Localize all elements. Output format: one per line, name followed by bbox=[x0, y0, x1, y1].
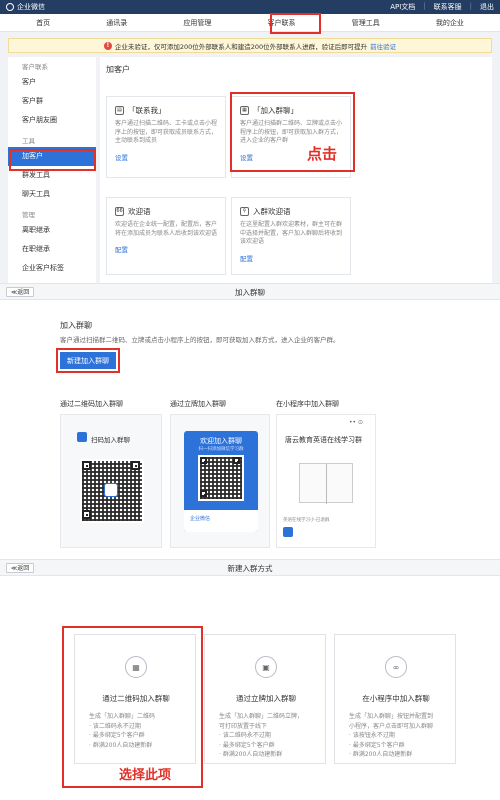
warning-icon: ! bbox=[103, 41, 112, 50]
notice-text: 企业未验证，仅可添加200位外部联系人和建造200位外部联系人进群，验证后即可提… bbox=[114, 42, 368, 51]
support-link[interactable]: 联系客服 bbox=[434, 2, 462, 12]
nav-tools[interactable]: 管理工具 bbox=[346, 16, 386, 30]
separator: | bbox=[469, 2, 472, 10]
join-group-title: 加入群聊 bbox=[60, 321, 92, 330]
nav-apps[interactable]: 应用管理 bbox=[177, 16, 217, 30]
sidebar-group-manage: 管理 bbox=[22, 211, 35, 219]
card-title: 欢迎语 bbox=[128, 207, 151, 216]
standee-title: 欢迎加入群聊 bbox=[200, 437, 242, 445]
option-desc: 生成「加入群聊」二维码立牌， 可打印放置于线下 · 该二维码永不过期 · 最多绑… bbox=[219, 713, 304, 758]
search-person-icon: ⚲ bbox=[240, 207, 249, 216]
card-title: 入群欢迎语 bbox=[253, 207, 291, 216]
card-desc: 欢迎语在企业统一配置，配置后，客户将在添加成员为联系人后收到该欢迎语 bbox=[115, 221, 218, 237]
page-title: 加客户 bbox=[106, 65, 130, 74]
qr-preview-card: 扫码加入群聊 bbox=[60, 414, 162, 548]
standee-subtitle: 扫一扫添加微信学习群 bbox=[198, 447, 244, 452]
annotation-select: 选择此项 bbox=[119, 768, 172, 783]
qr-card-title: 扫码加入群聊 bbox=[91, 436, 130, 444]
logout-link[interactable]: 退出 bbox=[480, 2, 494, 12]
sidebar-group-customer: 客户联系 bbox=[22, 63, 48, 71]
option-miniprogram-join[interactable]: ∞ 在小程序中加入群聊 生成「加入群聊」按钮并配置到 小程序，客户点击即可加入群… bbox=[334, 634, 456, 764]
card-title: 「联系我」 bbox=[128, 106, 166, 115]
option-desc: 生成「加入群聊」按钮并配置到 小程序，客户点击即可加入群聊 · 该按钮永不过期 … bbox=[349, 713, 434, 758]
wecom-logo-icon bbox=[6, 3, 14, 11]
verify-link[interactable]: 前往验证 bbox=[370, 41, 396, 51]
highlight-new-button bbox=[56, 348, 120, 373]
sidebar-item-tags[interactable]: 企业客户标签 bbox=[8, 259, 96, 278]
join-group-desc: 客户通过扫描群二维码、立牌或点击小程序上的按钮，即可获取加入群方式，进入企业的客… bbox=[60, 336, 340, 344]
sidebar-group-tools: 工具 bbox=[22, 137, 35, 145]
miniprogram-menu-icon[interactable]: •• ⊙ bbox=[349, 419, 363, 426]
add-customer-screen: 企业微信 API文档 | 联系客服 | 退出 首页 通讯录 应用管理 客户联系 … bbox=[0, 0, 500, 284]
method-label-miniprogram: 在小程序中加入群聊 bbox=[276, 400, 339, 408]
standee-footer: 企业微信 bbox=[190, 516, 211, 522]
option-title: 在小程序中加入群聊 bbox=[362, 694, 430, 703]
sidebar-item-resigned[interactable]: 离职继承 bbox=[8, 221, 96, 240]
option-title: 通过立牌加入群聊 bbox=[236, 694, 296, 703]
option-standee-join[interactable]: ▣ 通过立牌加入群聊 生成「加入群聊」二维码立牌， 可打印放置于线下 · 该二维… bbox=[204, 634, 326, 764]
new-method-header: ≪返回 新建入群方式 bbox=[0, 559, 500, 576]
miniprogram-preview-card: •• ⊙ 唐云教育英语在线学习群 英语在线学习小·已退群 bbox=[276, 414, 376, 548]
api-docs-link[interactable]: API文档 bbox=[390, 2, 415, 12]
group-avatar bbox=[77, 432, 87, 442]
standee-preview-card: 欢迎加入群聊 扫一扫添加微信学习群 企业微信 bbox=[170, 414, 270, 548]
join-group-header: ≪返回 加入群聊 bbox=[0, 283, 500, 300]
highlight-nav-customer-contact bbox=[270, 13, 321, 34]
link-icon: ∞ bbox=[385, 656, 407, 678]
sidebar-item-onjob[interactable]: 在职继承 bbox=[8, 240, 96, 259]
card-desc: 客户通过扫描二维码、工卡或点击小程序上的按钮，即可获取成员联系方式，主动联系到成… bbox=[115, 120, 218, 144]
header-title: 加入群聊 bbox=[235, 288, 265, 297]
app-logo[interactable]: 企业微信 bbox=[6, 2, 45, 12]
separator: | bbox=[423, 2, 426, 10]
group-avatar-icon bbox=[283, 527, 293, 537]
header-title: 新建入群方式 bbox=[227, 564, 273, 573]
miniprogram-title: 唐云教育英语在线学习群 bbox=[285, 436, 362, 444]
card-setup-link[interactable]: 设置 bbox=[115, 152, 217, 162]
standee-qr bbox=[198, 455, 244, 501]
main-nav: 首页 通讯录 应用管理 客户联系 管理工具 我的企业 bbox=[0, 14, 500, 32]
miniprogram-footer: 英语在线学习小·已退群 bbox=[283, 518, 330, 523]
verification-notice: ! 企业未验证，仅可添加200位外部联系人和建造200位外部联系人进群，验证后即… bbox=[8, 38, 492, 53]
sidebar-item-moments[interactable]: 客户朋友圈 bbox=[8, 111, 96, 130]
book-image bbox=[299, 463, 353, 504]
nav-contacts[interactable]: 通讯录 bbox=[100, 16, 133, 30]
welcome-message-card[interactable]: 66 欢迎语 欢迎语在企业统一配置，配置后，客户将在添加成员为联系人后收到该欢迎语… bbox=[106, 197, 226, 275]
qr-code-image bbox=[80, 459, 144, 523]
card-desc: 在这里配置入群欢迎素材，群主可在群中选择并配置，客户加入群聊后将收到该欢迎语 bbox=[240, 221, 343, 245]
card-config-link[interactable]: 配置 bbox=[115, 244, 217, 254]
sidebar-item-customer-groups[interactable]: 客户群 bbox=[8, 92, 96, 111]
nav-home[interactable]: 首页 bbox=[30, 16, 56, 30]
contact-icon: ▤ bbox=[115, 106, 124, 115]
method-label-qr: 通过二维码加入群聊 bbox=[60, 400, 123, 408]
group-welcome-card[interactable]: ⚲ 入群欢迎语 在这里配置入群欢迎素材，群主可在群中选择并配置，客户加入群聊后将收… bbox=[231, 197, 351, 275]
annotation-click: 点击 bbox=[307, 145, 338, 163]
app-name: 企业微信 bbox=[17, 3, 45, 11]
method-label-standee: 通过立牌加入群聊 bbox=[170, 400, 226, 408]
nav-my-company[interactable]: 我的企业 bbox=[430, 16, 470, 30]
card-config-link[interactable]: 配置 bbox=[240, 253, 342, 263]
standee-icon: ▣ bbox=[255, 656, 277, 678]
top-bar: 企业微信 API文档 | 联系客服 | 退出 bbox=[0, 0, 500, 14]
contact-me-card[interactable]: ▤ 「联系我」 客户通过扫描二维码、工卡或点击小程序上的按钮，即可获取成员联系方式… bbox=[106, 96, 226, 178]
highlight-sidebar-add-customer bbox=[9, 149, 96, 171]
sidebar-item-customers[interactable]: 客户 bbox=[8, 73, 96, 92]
wecom-center-icon bbox=[104, 483, 118, 497]
sidebar-item-chat-tools[interactable]: 聊天工具 bbox=[8, 185, 96, 204]
chat-bubble-icon: 66 bbox=[115, 207, 124, 216]
standee-poster: 欢迎加入群聊 扫一扫添加微信学习群 企业微信 bbox=[184, 431, 258, 532]
